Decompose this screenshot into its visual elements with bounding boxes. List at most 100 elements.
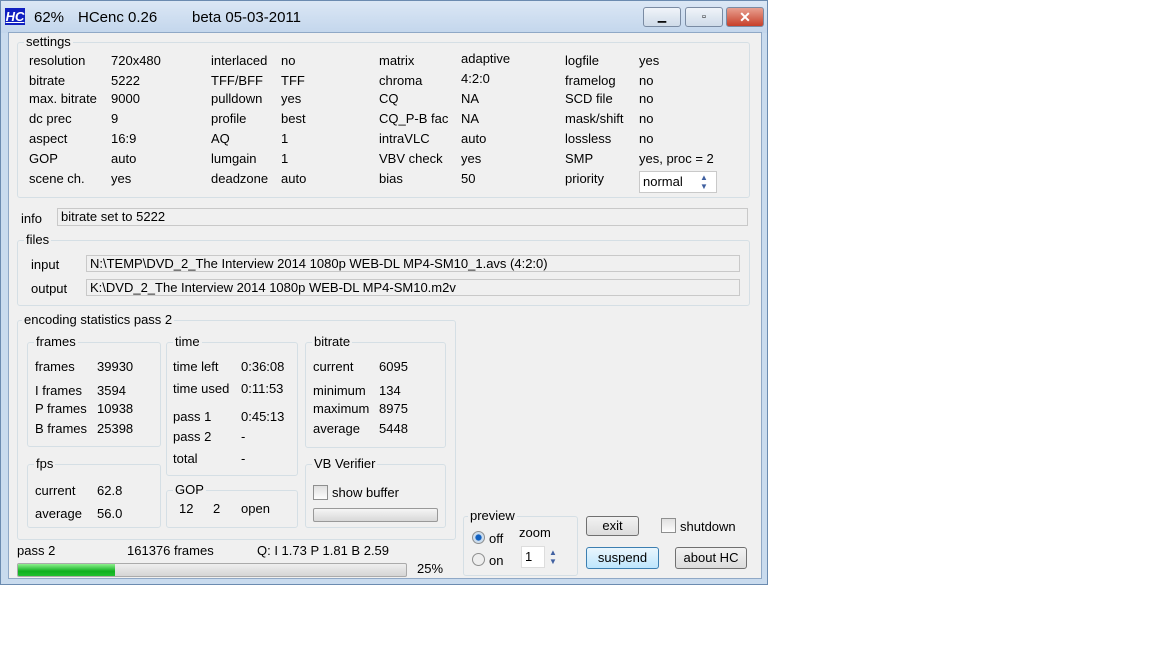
- setting-value: auto: [461, 131, 487, 146]
- setting-label: GOP: [29, 151, 58, 166]
- setting-label: framelog: [565, 73, 616, 88]
- time-stat-label: pass 2: [173, 429, 212, 444]
- output-file-field[interactable]: K:\DVD_2_The Interview 2014 1080p WEB-DL…: [86, 279, 740, 296]
- info-label: info: [21, 211, 42, 226]
- fps-stat-value: 62.8: [97, 483, 123, 498]
- time-stat-label: total: [173, 451, 198, 466]
- progress-percent: 25%: [417, 561, 444, 576]
- setting-label: bitrate: [29, 73, 66, 88]
- setting-label: interlaced: [211, 53, 268, 68]
- priority-value: normal: [643, 174, 683, 189]
- preview-on-radio[interactable]: [472, 553, 485, 566]
- preview-title: preview: [468, 508, 517, 524]
- setting-value: no: [639, 91, 654, 106]
- gop-type: open: [241, 501, 270, 516]
- setting-value: no: [639, 111, 654, 126]
- info-field: bitrate set to 5222: [57, 208, 748, 226]
- setting-value: adaptive: [461, 51, 511, 66]
- bitrate-stat-value: 134: [379, 383, 401, 398]
- setting-label: CQ: [379, 91, 399, 106]
- buffer-bar: [313, 508, 438, 522]
- exit-button[interactable]: exit: [586, 516, 639, 536]
- setting-value: 5222: [111, 73, 140, 88]
- time-stat-value: -: [241, 429, 246, 444]
- setting-label: VBV check: [379, 151, 443, 166]
- zoom-spin-icon[interactable]: ▲ ▼: [549, 548, 557, 566]
- time-stat-value: 0:36:08: [241, 359, 285, 374]
- setting-value: TFF: [281, 73, 305, 88]
- setting-label: max. bitrate: [29, 91, 97, 106]
- setting-value: 50: [461, 171, 476, 186]
- time-stat-value: -: [241, 451, 246, 466]
- setting-label: deadzone: [211, 171, 269, 186]
- encoding-stats-title: encoding statistics pass 2: [22, 312, 175, 328]
- priority-spinner[interactable]: normal ▲ ▼: [639, 171, 717, 193]
- vb-verifier-title: VB Verifier: [312, 456, 378, 472]
- setting-value: 9: [111, 111, 119, 126]
- setting-value: 16:9: [111, 131, 137, 146]
- bitrate-stat-label: minimum: [313, 383, 366, 398]
- setting-label: chroma: [379, 73, 423, 88]
- fps-stat-value: 56.0: [97, 506, 123, 521]
- zoom-label: zoom: [519, 525, 551, 540]
- gop-title: GOP: [173, 482, 206, 498]
- setting-label: matrix: [379, 53, 415, 68]
- quantizer-readout: Q: I 1.73 P 1.81 B 2.59: [257, 543, 390, 558]
- setting-value: yes: [461, 151, 482, 166]
- progress-bar: [17, 563, 407, 577]
- time-title: time: [173, 334, 202, 350]
- setting-value: 4:2:0: [461, 71, 490, 86]
- zoom-input[interactable]: 1: [521, 546, 545, 568]
- shutdown-checkbox[interactable]: [661, 518, 676, 533]
- setting-value: no: [639, 73, 654, 88]
- setting-label: SMP: [565, 151, 594, 166]
- setting-label: CQ_P-B fac: [379, 111, 449, 126]
- setting-label: scene ch.: [29, 171, 85, 186]
- preview-off-radio[interactable]: [472, 531, 485, 544]
- gop-m: 2: [213, 501, 221, 516]
- setting-label: resolution: [29, 53, 86, 68]
- setting-label: logfile: [565, 53, 599, 68]
- time-stat-value: 0:11:53: [241, 381, 284, 396]
- setting-label: aspect: [29, 131, 68, 146]
- input-file-field[interactable]: N:\TEMP\DVD_2_The Interview 2014 1080p W…: [86, 255, 740, 272]
- frames-stat-label: B frames: [35, 421, 88, 436]
- setting-label: dc prec: [29, 111, 72, 126]
- settings-title: settings: [24, 34, 73, 50]
- bitrate-stat-label: current: [313, 359, 354, 374]
- setting-value: auto: [111, 151, 137, 166]
- setting-label: pulldown: [211, 91, 263, 106]
- time-stat-label: time left: [173, 359, 219, 374]
- spin-arrows-icon[interactable]: ▲ ▼: [700, 173, 708, 191]
- setting-value: NA: [461, 91, 480, 106]
- setting-value: best: [281, 111, 306, 126]
- input-label: input: [31, 257, 60, 272]
- setting-label: TFF/BFF: [211, 73, 263, 88]
- setting-label: lossless: [565, 131, 612, 146]
- show-buffer-checkbox[interactable]: [313, 485, 328, 500]
- files-group: files: [17, 232, 750, 306]
- about-button[interactable]: about HC: [675, 547, 747, 569]
- fps-stat-label: current: [35, 483, 76, 498]
- bitrate-stat-label: average: [313, 421, 360, 436]
- setting-value: 720x480: [111, 53, 161, 68]
- bitrate-stat-value: 6095: [379, 359, 408, 374]
- frames-stat-label: frames: [35, 359, 75, 374]
- bitrate-stat-value: 5448: [379, 421, 408, 436]
- preview-on-label: on: [489, 553, 504, 568]
- frames-stat-value: 25398: [97, 421, 134, 436]
- progress-fill: [18, 564, 115, 576]
- shutdown-label: shutdown: [680, 519, 736, 534]
- bitrate-stat-label: maximum: [313, 401, 370, 416]
- time-stat-label: time used: [173, 381, 230, 396]
- files-title: files: [24, 232, 52, 248]
- suspend-button[interactable]: suspend: [586, 547, 659, 569]
- setting-label: SCD file: [565, 91, 613, 106]
- pass-label: pass 2: [17, 543, 56, 558]
- preview-off-label: off: [489, 531, 504, 546]
- setting-value: yes: [111, 171, 132, 186]
- frames-stat-label: P frames: [35, 401, 87, 416]
- frames-stat-label: I frames: [35, 383, 82, 398]
- setting-value: 1: [281, 151, 289, 166]
- frames-stat-value: 39930: [97, 359, 134, 374]
